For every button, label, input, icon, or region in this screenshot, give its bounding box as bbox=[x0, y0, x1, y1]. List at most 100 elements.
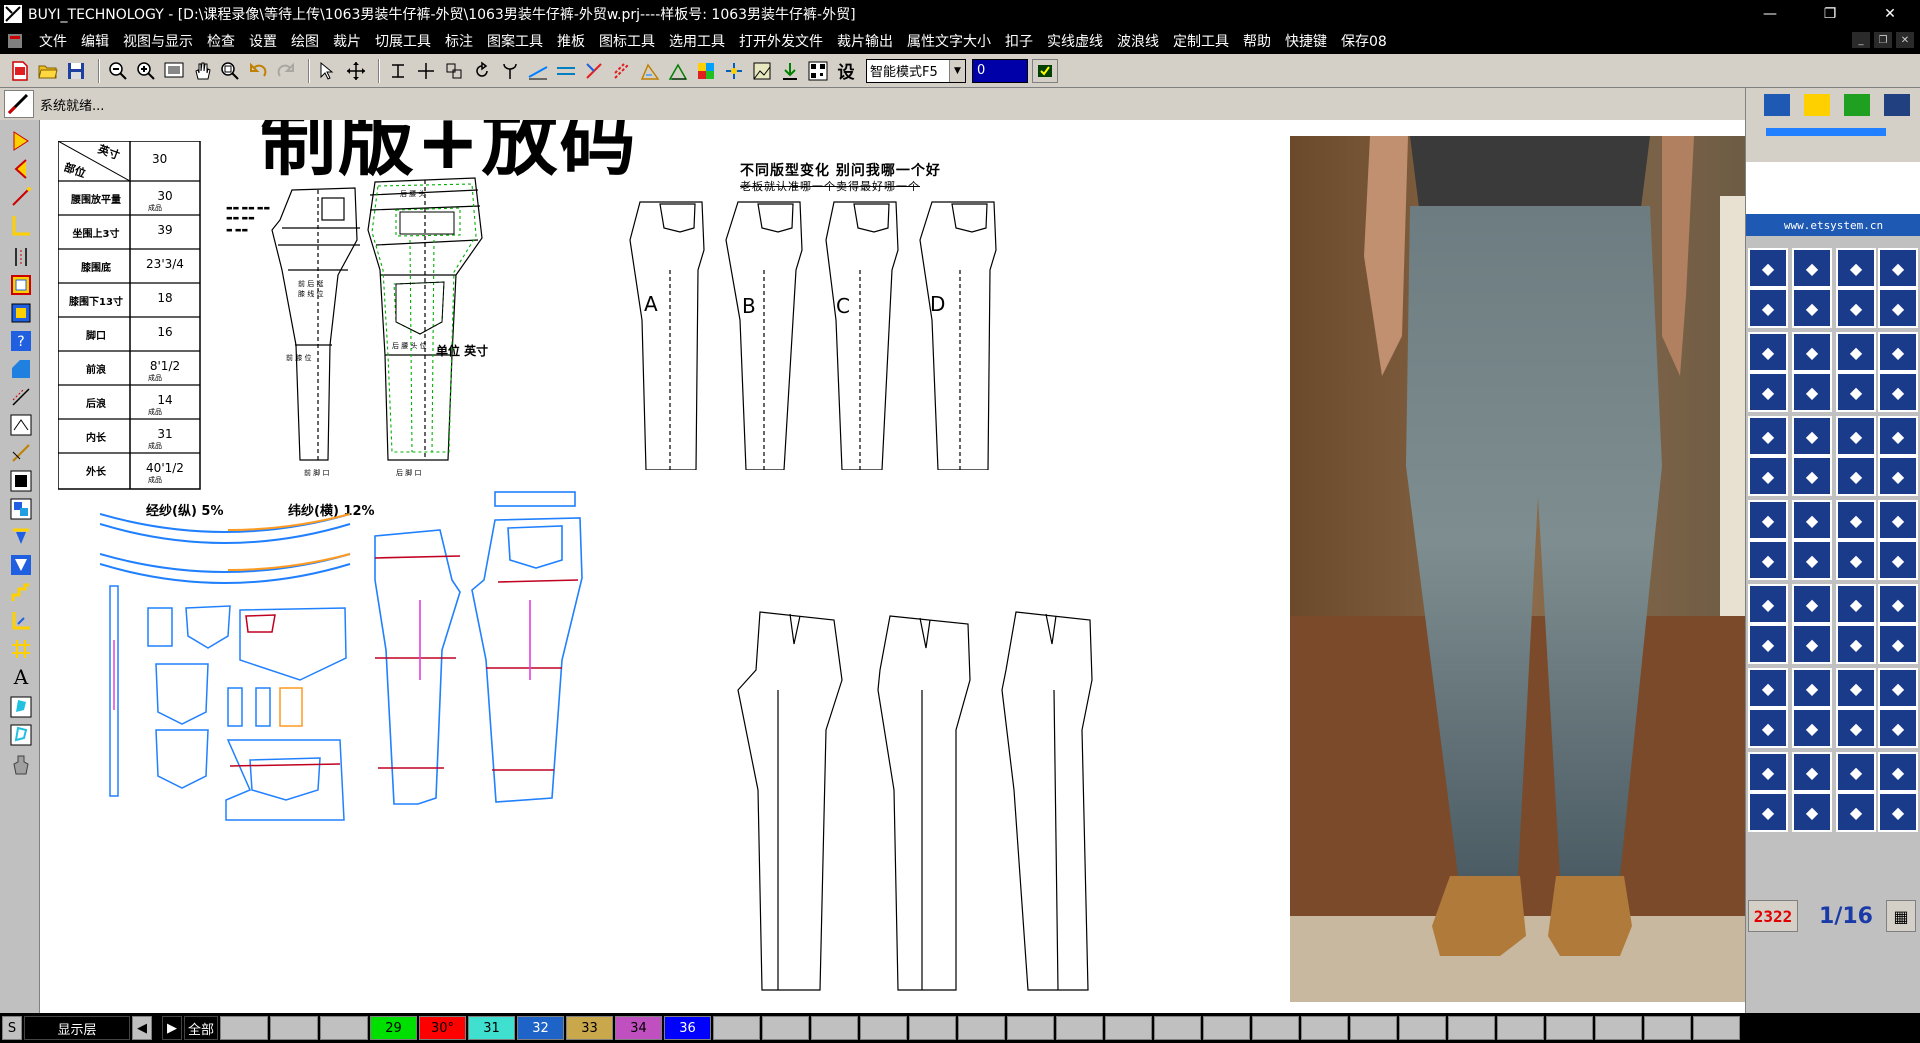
rp-tool-bag-icon[interactable]: ◆ bbox=[1748, 456, 1788, 496]
layer-blank[interactable] bbox=[1399, 1016, 1446, 1040]
menu-pieces[interactable]: 裁片 bbox=[326, 31, 368, 51]
rp-tool-et-box-icon[interactable]: ◆ bbox=[1836, 584, 1876, 624]
rp-tool-cross-draw-icon[interactable]: ◆ bbox=[1878, 584, 1918, 624]
mdi-minimize-button[interactable]: _ bbox=[1852, 32, 1870, 48]
left-tool-home-icon[interactable] bbox=[8, 412, 34, 438]
chevron-down-icon[interactable]: ▼ bbox=[949, 59, 965, 82]
layer-blank[interactable] bbox=[1350, 1016, 1397, 1040]
rp-gear-icon[interactable] bbox=[1844, 94, 1870, 116]
restore-button[interactable]: ❐ bbox=[1800, 0, 1860, 28]
menu-file[interactable]: 文件 bbox=[32, 31, 74, 51]
rp-tool-bracket-icon[interactable]: ◆ bbox=[1878, 332, 1918, 372]
zoom-in-icon[interactable] bbox=[134, 59, 158, 83]
rp-list-icon[interactable] bbox=[1884, 94, 1910, 116]
rp-tool-curve-blue-icon[interactable]: ◆ bbox=[1748, 624, 1788, 664]
rp-tool-pacman-icon[interactable]: ◆ bbox=[1878, 752, 1918, 792]
rp-tool-bottle-icon[interactable]: ◆ bbox=[1792, 416, 1832, 456]
left-tool-point-icon[interactable] bbox=[8, 156, 34, 182]
layer-blank[interactable] bbox=[1546, 1016, 1593, 1040]
layer-blank[interactable] bbox=[958, 1016, 1005, 1040]
rp-tool-needle-icon[interactable]: ◆ bbox=[1836, 288, 1876, 328]
layer-blank[interactable] bbox=[762, 1016, 809, 1040]
layer-chip[interactable]: 31 bbox=[468, 1016, 515, 1040]
menu-edit[interactable]: 编辑 bbox=[74, 31, 116, 51]
rp-file-icon[interactable] bbox=[1764, 94, 1790, 116]
layer-blank[interactable] bbox=[1154, 1016, 1201, 1040]
layer-blank[interactable] bbox=[1693, 1016, 1740, 1040]
menu-solid-dashed[interactable]: 实线虚线 bbox=[1040, 31, 1110, 51]
rp-tool-cone-icon[interactable]: ◆ bbox=[1878, 500, 1918, 540]
rp-tool-scribble-icon[interactable]: ◆ bbox=[1878, 792, 1918, 832]
menu-annotate[interactable]: 标注 bbox=[438, 31, 480, 51]
rp-tool-pen-nib-icon[interactable]: ◆ bbox=[1748, 540, 1788, 580]
layer-chip[interactable]: 36 bbox=[664, 1016, 711, 1040]
layer-blank[interactable] bbox=[860, 1016, 907, 1040]
rp-tool-cup-icon[interactable]: ◆ bbox=[1792, 668, 1832, 708]
new-file-icon[interactable] bbox=[8, 59, 32, 83]
menu-piece-output[interactable]: 裁片输出 bbox=[830, 31, 900, 51]
select-arrow-icon[interactable] bbox=[316, 59, 340, 83]
left-tool-split-icon[interactable] bbox=[8, 244, 34, 270]
rp-tool-arrow-updown-icon[interactable]: ◆ bbox=[1792, 332, 1832, 372]
rp-tool-dots2-icon[interactable]: ◆ bbox=[1792, 500, 1832, 540]
menu-draw[interactable]: 绘图 bbox=[284, 31, 326, 51]
menu-view[interactable]: 视图与显示 bbox=[116, 31, 200, 51]
undo-icon[interactable] bbox=[246, 59, 270, 83]
add-point-icon[interactable] bbox=[414, 59, 438, 83]
rp-tool-table-icon[interactable]: ◆ bbox=[1792, 792, 1832, 832]
mdi-restore-button[interactable]: ❐ bbox=[1874, 32, 1892, 48]
layer-chip[interactable]: 29 bbox=[370, 1016, 417, 1040]
rp-tool-curve-corner-icon[interactable]: ◆ bbox=[1748, 288, 1788, 328]
left-tool-corner-icon[interactable] bbox=[8, 608, 34, 634]
close-button[interactable]: ✕ bbox=[1860, 0, 1920, 28]
layer-blank[interactable] bbox=[1595, 1016, 1642, 1040]
rp-tool-fold-icon[interactable]: ◆ bbox=[1836, 456, 1876, 496]
rp-tool-stamp-icon[interactable]: ◆ bbox=[1748, 708, 1788, 748]
left-tool-dart-icon[interactable] bbox=[8, 524, 34, 550]
pan-hand-icon[interactable] bbox=[190, 59, 214, 83]
redo-icon[interactable] bbox=[274, 59, 298, 83]
menu-wavy-line[interactable]: 波浪线 bbox=[1110, 31, 1166, 51]
menu-shortcuts[interactable]: 快捷键 bbox=[1278, 31, 1334, 51]
rp-tool-balance-icon[interactable]: ◆ bbox=[1878, 288, 1918, 328]
rp-tool-shoe-icon[interactable]: ◆ bbox=[1836, 372, 1876, 412]
layer-next-button[interactable]: ▶ bbox=[162, 1016, 182, 1040]
rp-tool-printer-icon[interactable]: ◆ bbox=[1836, 624, 1876, 664]
menu-settings[interactable]: 设置 bbox=[242, 31, 284, 51]
rp-tool-monitor-down-icon[interactable]: ◆ bbox=[1792, 584, 1832, 624]
rp-tool-leaf-icon[interactable]: ◆ bbox=[1878, 456, 1918, 496]
rp-tool-sleeve-icon[interactable]: ◆ bbox=[1878, 416, 1918, 456]
rp-tool-sock-icon[interactable]: ◆ bbox=[1836, 708, 1876, 748]
left-tool-text-icon[interactable]: A bbox=[8, 664, 34, 690]
rp-tool-tape-icon[interactable]: ◆ bbox=[1792, 708, 1832, 748]
left-tool-pleat-icon[interactable] bbox=[8, 552, 34, 578]
left-tool-notch-icon[interactable] bbox=[8, 440, 34, 466]
layer-blank[interactable] bbox=[1252, 1016, 1299, 1040]
rp-chart-icon[interactable] bbox=[1804, 94, 1830, 116]
menu-pattern-tools[interactable]: 图案工具 bbox=[480, 31, 550, 51]
rp-tool-spiral-icon[interactable]: ◆ bbox=[1836, 416, 1876, 456]
rp-tool-sew-machine-icon[interactable]: ◆ bbox=[1748, 416, 1788, 456]
align-icon[interactable] bbox=[386, 59, 410, 83]
left-tool-step-icon[interactable] bbox=[8, 580, 34, 606]
rp-tool-plus-icon[interactable]: ◆ bbox=[1878, 668, 1918, 708]
rp-tool-ruler-pen-icon[interactable]: ◆ bbox=[1748, 372, 1788, 412]
layer-blank[interactable] bbox=[320, 1016, 368, 1040]
rp-tool-bobbin-icon[interactable]: ◆ bbox=[1748, 248, 1788, 288]
layer-blank[interactable] bbox=[909, 1016, 956, 1040]
rp-tool-thread-icon[interactable]: ◆ bbox=[1792, 248, 1832, 288]
layer-blank[interactable] bbox=[1203, 1016, 1250, 1040]
image-tool-icon[interactable] bbox=[750, 59, 774, 83]
zoom-window-icon[interactable] bbox=[218, 59, 242, 83]
layer-blank[interactable] bbox=[1007, 1016, 1054, 1040]
dashed-line-icon[interactable] bbox=[610, 59, 634, 83]
layer-all-button[interactable]: 全部 bbox=[184, 1016, 218, 1040]
rp-tool-ruler-h-icon[interactable]: ◆ bbox=[1748, 792, 1788, 832]
rotate-icon[interactable] bbox=[470, 59, 494, 83]
fork-icon[interactable] bbox=[498, 59, 522, 83]
confirm-icon[interactable] bbox=[1032, 58, 1058, 83]
menu-custom-tools[interactable]: 定制工具 bbox=[1166, 31, 1236, 51]
export-icon[interactable] bbox=[778, 59, 802, 83]
left-tool-outline-icon[interactable] bbox=[8, 722, 34, 748]
open-folder-icon[interactable] bbox=[36, 59, 60, 83]
